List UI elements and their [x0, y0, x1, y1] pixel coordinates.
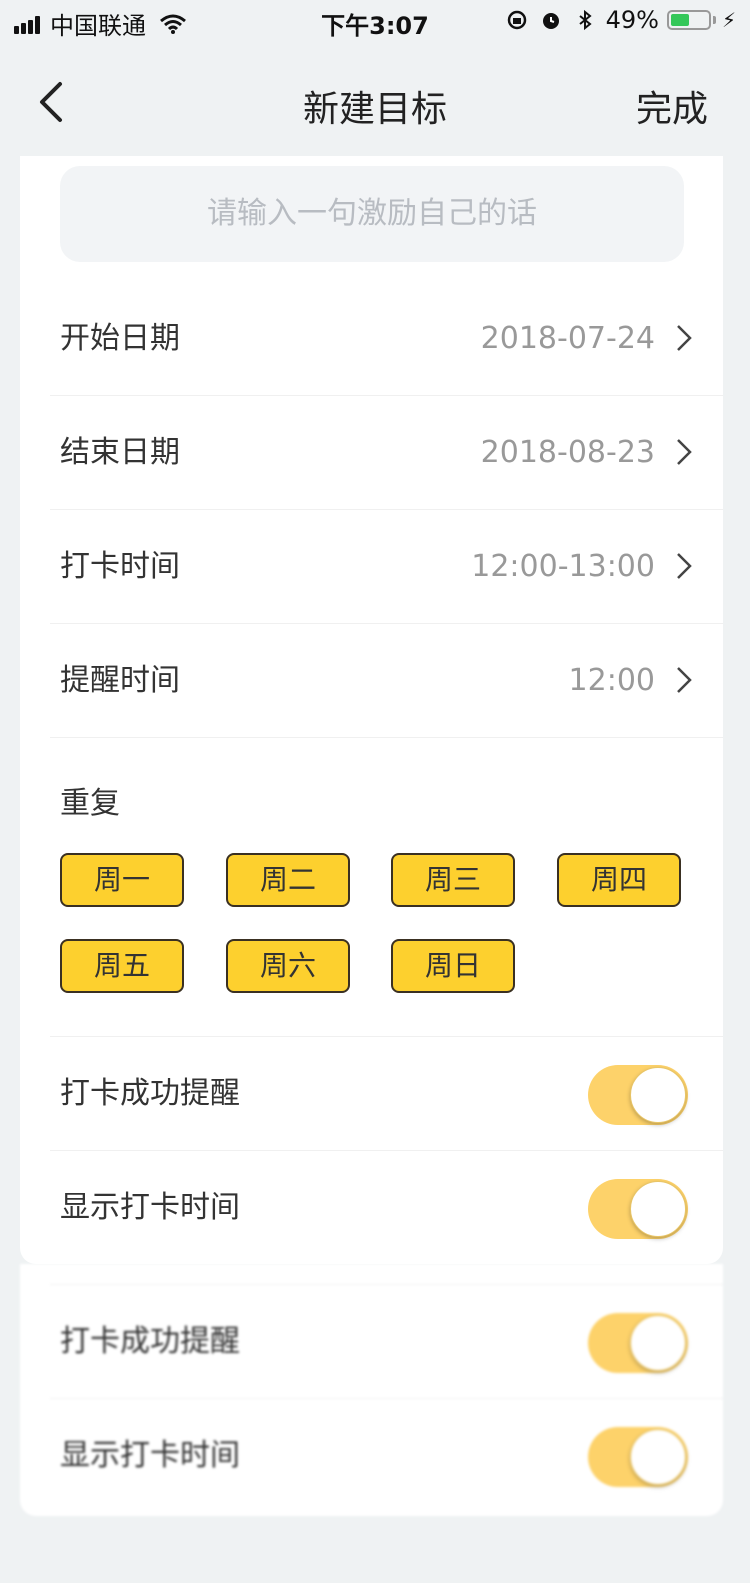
charging-icon: ⚡: [721, 8, 736, 32]
day-button-thu[interactable]: 周四: [557, 853, 681, 907]
day-button-fri[interactable]: 周五: [60, 939, 184, 993]
day-button-sat[interactable]: 周六: [226, 939, 350, 993]
checkin-success-reminder-toggle[interactable]: [588, 1065, 688, 1125]
reminder-time-value: 12:00: [568, 663, 655, 698]
checkin-time-label: 打卡时间: [60, 549, 180, 584]
toggle-knob: [630, 1067, 686, 1123]
echo-checkin-success-reminder-toggle[interactable]: [588, 1313, 688, 1373]
checkin-success-reminder-label: 打卡成功提醒: [60, 1076, 240, 1111]
echo-card: 打卡成功提醒 显示打卡时间: [20, 1264, 723, 1516]
show-checkin-time-toggle[interactable]: [588, 1179, 688, 1239]
start-date-label: 开始日期: [60, 321, 180, 356]
status-right: 49% ⚡: [494, 6, 736, 34]
start-date-row[interactable]: 开始日期 2018-07-24: [50, 282, 723, 396]
checkin-time-row[interactable]: 打卡时间 12:00-13:00: [50, 510, 723, 624]
day-button-wed[interactable]: 周三: [391, 853, 515, 907]
checkin-time-value: 12:00-13:00: [471, 549, 655, 584]
done-button[interactable]: 完成: [636, 80, 708, 132]
motto-input[interactable]: 请输入一句激励自己的话: [60, 166, 684, 262]
nav-bar: 新建目标 完成: [0, 40, 750, 156]
chevron-right-icon: [677, 325, 692, 351]
end-date-row[interactable]: 结束日期 2018-08-23: [50, 396, 723, 510]
reminder-time-row[interactable]: 提醒时间 12:00: [50, 624, 723, 738]
battery-icon: [666, 10, 711, 30]
echo-checkin-success-reminder-row: 打卡成功提醒: [50, 1284, 723, 1398]
echo-show-checkin-time-toggle[interactable]: [588, 1427, 688, 1487]
alarm-icon: [542, 13, 559, 29]
chevron-right-icon: [677, 439, 692, 465]
bluetooth-icon: [578, 9, 592, 31]
show-checkin-time-row: 显示打卡时间: [50, 1150, 723, 1264]
echo-show-checkin-time-label: 显示打卡时间: [60, 1438, 240, 1473]
battery-cap: [712, 16, 716, 24]
start-date-value: 2018-07-24: [480, 321, 655, 356]
toggle-knob: [630, 1315, 686, 1371]
checkin-success-reminder-row: 打卡成功提醒: [50, 1036, 723, 1150]
chevron-right-icon: [677, 553, 692, 579]
battery-fill: [670, 14, 689, 26]
battery-percent: 49%: [605, 6, 659, 34]
day-button-mon[interactable]: 周一: [60, 853, 184, 907]
day-button-tue[interactable]: 周二: [226, 853, 350, 907]
end-date-value: 2018-08-23: [480, 435, 655, 470]
reminder-time-label: 提醒时间: [60, 663, 180, 698]
toggle-knob: [630, 1181, 686, 1237]
form-card: 请输入一句激励自己的话 开始日期 2018-07-24 结束日期 2018-08…: [20, 156, 723, 1264]
day-button-sun[interactable]: 周日: [391, 939, 515, 993]
status-bar: 中国联通 下午3:07 49% ⚡: [0, 0, 750, 40]
echo-checkin-success-reminder-label: 打卡成功提醒: [60, 1324, 240, 1359]
chevron-right-icon: [677, 667, 692, 693]
repeat-label: 重复: [60, 786, 120, 821]
echo-show-checkin-time-row: 显示打卡时间: [50, 1398, 723, 1512]
end-date-label: 结束日期: [60, 435, 180, 470]
show-checkin-time-label: 显示打卡时间: [60, 1190, 240, 1225]
rotation-lock-icon: [507, 10, 526, 30]
toggle-knob: [630, 1429, 686, 1485]
